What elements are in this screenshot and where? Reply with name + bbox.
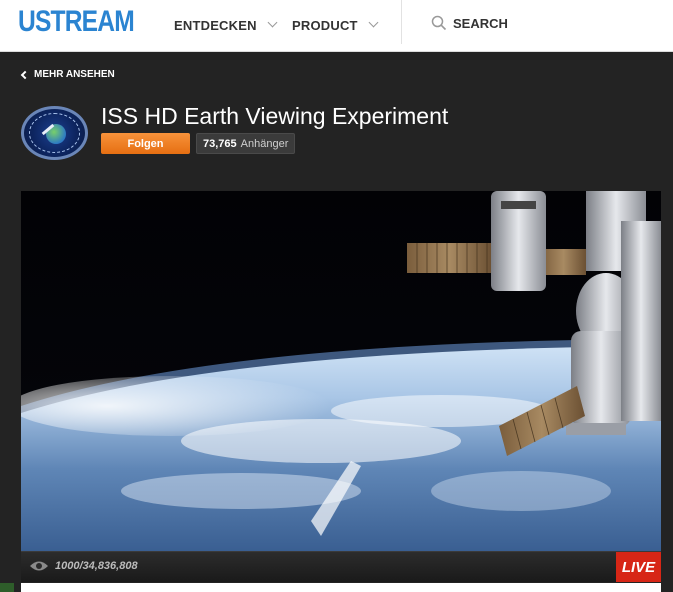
nav-item-entdecken[interactable]: ENTDECKEN (174, 15, 278, 35)
content-panel (21, 583, 661, 592)
ustream-logo[interactable]: USTREAM (18, 5, 135, 39)
search-field[interactable]: SEARCH (431, 15, 508, 31)
chevron-down-icon (267, 17, 278, 28)
back-link-label: MEHR ANSEHEN (34, 69, 115, 80)
back-link[interactable]: MEHR ANSEHEN (20, 69, 115, 80)
nav-item-label: PRODUCT (292, 17, 358, 33)
view-count: 1000/34,836,808 (55, 560, 138, 572)
followers-label: Anhänger (240, 137, 289, 150)
live-badge: LIVE (616, 552, 661, 582)
eye-icon (30, 561, 48, 571)
channel-avatar[interactable] (21, 106, 88, 160)
chevron-down-icon (368, 17, 379, 28)
search-label: SEARCH (453, 15, 508, 31)
nav-item-product[interactable]: PRODUCT (292, 15, 379, 35)
chevron-left-icon (20, 70, 30, 79)
channel-title: ISS HD Earth Viewing Experiment (101, 103, 449, 129)
followers-badge: 73,765 Anhänger (196, 133, 296, 154)
search-icon (431, 15, 447, 31)
followers-count: 73,765 (203, 137, 237, 150)
player-controls: 1000/34,836,808 LIVE (21, 551, 661, 582)
left-edge-strip (0, 583, 14, 592)
top-nav: USTREAM ENTDECKEN PRODUCT SEARCH (0, 0, 673, 52)
view-counter: 1000/34,836,808 (29, 560, 138, 572)
video-frame (21, 191, 661, 551)
video-player[interactable] (21, 191, 661, 551)
nav-divider (401, 0, 402, 44)
nav-item-label: ENTDECKEN (174, 17, 257, 33)
follow-button[interactable]: Folgen (101, 133, 190, 154)
